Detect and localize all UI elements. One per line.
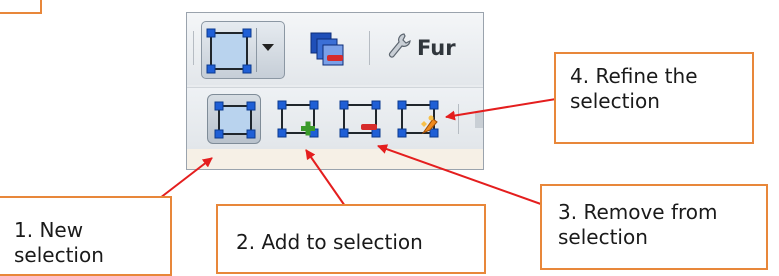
refine-selection-icon xyxy=(397,100,439,138)
toolbar-partial-button xyxy=(475,112,483,128)
remove-selection-icon xyxy=(339,100,381,138)
toolbar-separator xyxy=(369,31,370,65)
remove-from-selection-button[interactable] xyxy=(333,94,387,144)
selection-mode-dropdown[interactable] xyxy=(201,21,285,79)
function-button[interactable]: Fur xyxy=(387,31,456,65)
new-selection-icon xyxy=(214,101,256,139)
refine-selection-button[interactable] xyxy=(391,94,445,144)
toolbar-top-row: Fur xyxy=(187,13,483,85)
callout-refine-selection: 4. Refine the selection xyxy=(554,52,754,144)
callout-new-selection: 1. New selection xyxy=(0,196,172,276)
callout-add-to-selection: 2. Add to selection xyxy=(216,204,486,274)
new-selection-icon xyxy=(206,28,252,78)
add-to-selection-button[interactable] xyxy=(271,94,325,144)
wrench-icon xyxy=(387,32,411,64)
toolbar-selection-row xyxy=(187,87,483,150)
selection-toolbar: Fur xyxy=(186,12,484,170)
toolbar-separator xyxy=(458,104,459,134)
callout-remove-from-selection: 3. Remove from selection xyxy=(540,184,768,270)
layer-remove-icon[interactable] xyxy=(309,31,345,71)
chevron-down-icon[interactable] xyxy=(262,44,274,51)
partial-callout-box xyxy=(0,0,42,14)
dropdown-divider xyxy=(256,28,257,72)
function-label: Fur xyxy=(417,36,456,60)
add-selection-icon xyxy=(277,100,319,138)
toolbar-separator xyxy=(193,31,194,65)
toolbar-bottom-strip xyxy=(187,149,483,169)
new-selection-button[interactable] xyxy=(207,94,261,144)
